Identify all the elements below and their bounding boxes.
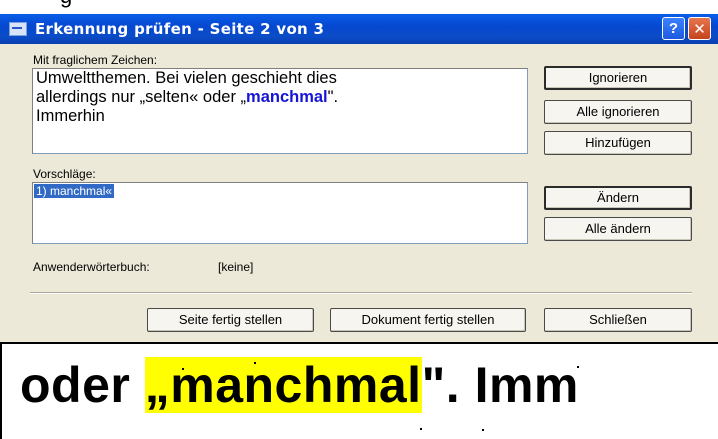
suggestions-label: Vorschläge: <box>33 167 96 181</box>
change-all-button[interactable]: Alle ändern <box>544 217 692 241</box>
close-button[interactable]: Schließen <box>544 308 692 332</box>
separator <box>30 292 692 294</box>
zoom-highlighted-word: „manchmal <box>144 357 422 413</box>
help-button[interactable]: ? <box>662 17 685 40</box>
context-line-2-after: ". <box>327 88 339 106</box>
change-button[interactable]: Ändern <box>544 186 692 210</box>
context-line-2-before: allerdings nur „selten« oder „ <box>36 88 247 106</box>
ignore-button[interactable]: Ignorieren <box>544 66 692 90</box>
ignore-all-button[interactable]: Alle ignorieren <box>544 100 692 124</box>
check-recognition-dialog: Mit fraglichem Zeichen: Umweltthemen. Be… <box>0 44 718 342</box>
context-line-3: Immerhin <box>36 107 105 125</box>
zoom-text-before: oder <box>20 357 145 413</box>
add-to-dictionary-button[interactable]: Hinzufügen <box>544 131 692 155</box>
context-text: Umweltthemen. Bei vielen geschieht dies … <box>36 69 338 126</box>
background-text-fragment: g <box>60 0 90 7</box>
zoomed-text: oder „manchmal". Imm <box>20 356 579 414</box>
suggestion-item[interactable]: 1) manchmal« <box>34 184 115 198</box>
context-textbox[interactable]: Umweltthemen. Bei vielen geschieht dies … <box>32 68 528 154</box>
scan-speck <box>254 362 256 364</box>
close-window-button[interactable]: ✕ <box>688 17 711 40</box>
zoomed-image-preview: oder „manchmal". Imm <box>0 342 718 439</box>
scan-speck <box>577 366 579 368</box>
scan-speck <box>420 428 422 430</box>
zoom-text-after: ". Imm <box>421 357 579 413</box>
finish-document-button[interactable]: Dokument fertig stellen <box>330 308 526 332</box>
user-dictionary-label: Anwenderwörterbuch: <box>33 260 150 274</box>
context-label: Mit fraglichem Zeichen: <box>33 53 158 67</box>
suggestions-list[interactable]: 1) manchmal« <box>32 182 528 244</box>
finish-page-button[interactable]: Seite fertig stellen <box>147 308 314 332</box>
title-bar[interactable]: Erkennung prüfen - Seite 2 von 3 ? ✕ <box>0 14 718 44</box>
app-icon <box>9 22 27 36</box>
questionable-word: manchmal <box>246 88 328 106</box>
screen: g Erkennung prüfen - Seite 2 von 3 ? ✕ M… <box>0 0 718 439</box>
help-icon: ? <box>668 20 679 37</box>
user-dictionary-value: [keine] <box>218 260 254 274</box>
window-title: Erkennung prüfen - Seite 2 von 3 <box>35 20 325 38</box>
close-icon: ✕ <box>693 20 706 38</box>
scan-speck <box>482 429 484 431</box>
scan-speck <box>182 368 184 370</box>
context-line-2: allerdings nur „selten« oder „manchmal". <box>36 88 338 107</box>
context-line-1: Umweltthemen. Bei vielen geschieht dies <box>36 69 337 87</box>
